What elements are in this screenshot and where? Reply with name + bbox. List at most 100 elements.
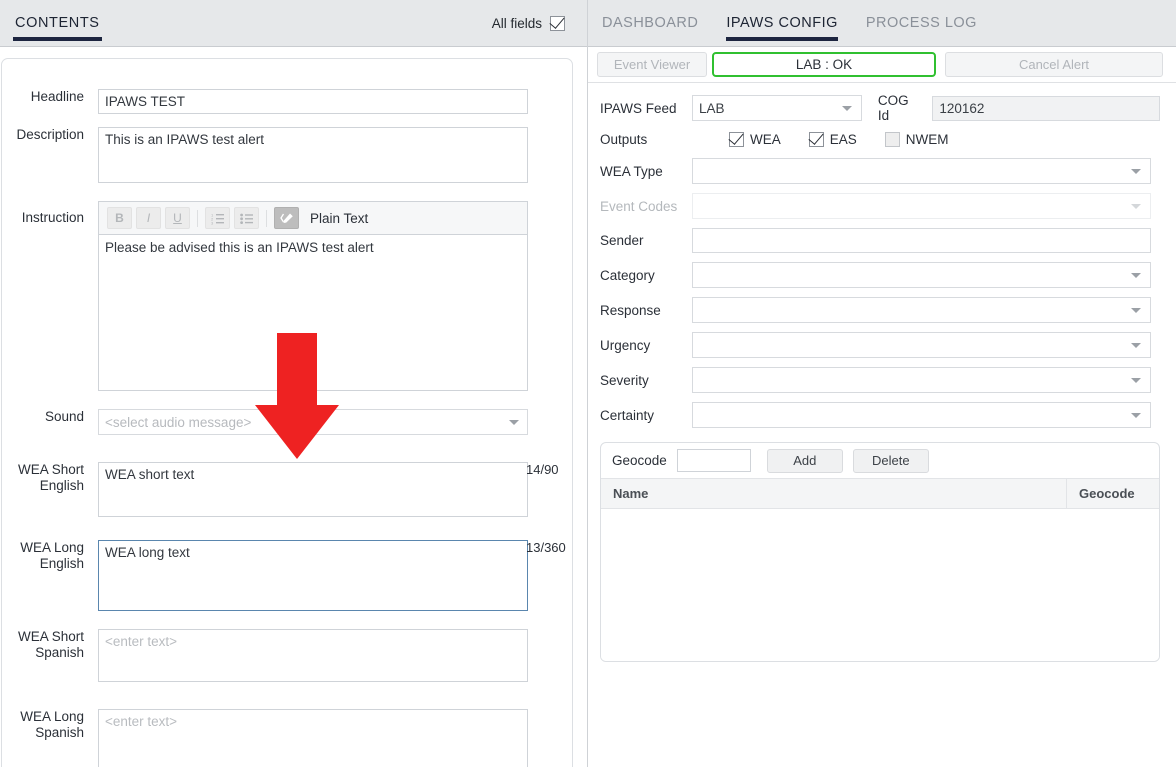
wea-short-english-label-l2: English (39, 478, 84, 493)
output-nwem-checkbox-item[interactable]: NWEM (884, 132, 949, 147)
unordered-list-button[interactable] (234, 207, 259, 229)
category-select[interactable] (692, 262, 1151, 288)
cog-id-input[interactable] (932, 95, 1160, 121)
response-label: Response (600, 302, 661, 318)
geocode-label: Geocode (612, 453, 667, 468)
output-wea-checkbox[interactable] (729, 132, 744, 147)
instruction-textarea[interactable] (98, 234, 528, 391)
output-nwem-checkbox[interactable] (884, 132, 900, 147)
event-codes-label: Event Codes (600, 198, 678, 214)
instruction-toolbar: B I U 1 2 3 Plain Text (98, 201, 528, 234)
field-urgency: Urgency (600, 332, 1160, 358)
svg-text:3: 3 (211, 220, 214, 225)
output-eas-label: EAS (829, 132, 857, 147)
tab-process-log[interactable]: PROCESS LOG (866, 0, 977, 47)
ipaws-feed-value: LAB (699, 100, 725, 116)
bold-button[interactable]: B (107, 207, 132, 229)
right-tabbar: DASHBOARD IPAWS CONFIG PROCESS LOG (588, 0, 1176, 47)
cancel-alert-button[interactable]: Cancel Alert (945, 52, 1163, 77)
geocode-add-button[interactable]: Add (766, 448, 843, 473)
tab-dashboard[interactable]: DASHBOARD (602, 0, 698, 47)
field-response: Response (600, 297, 1160, 323)
chevron-down-icon (1131, 204, 1141, 209)
sender-input[interactable] (692, 228, 1151, 253)
certainty-label: Certainty (600, 407, 655, 423)
chevron-down-icon[interactable] (1131, 273, 1141, 278)
ipaws-config-pane: DASHBOARD IPAWS CONFIG PROCESS LOG Event… (588, 0, 1176, 767)
sound-select-placeholder: <select audio message> (105, 414, 252, 430)
chevron-down-icon[interactable] (509, 420, 519, 425)
field-headline: Headline (2, 89, 572, 114)
contents-header: CONTENTS All fields (0, 0, 587, 47)
wea-short-english-textarea[interactable] (98, 462, 528, 517)
geocode-card: Geocode Add Delete Name Geocode (600, 442, 1160, 662)
ipaws-config-form: IPAWS Feed LAB COG Id Outputs WEA (588, 83, 1176, 428)
description-label: Description (16, 127, 84, 142)
wea-long-english-textarea[interactable] (98, 540, 528, 611)
field-wea-long-spanish: WEA Long Spanish (2, 709, 572, 767)
field-certainty: Certainty (600, 402, 1160, 428)
sound-select-wrap: <select audio message> (98, 409, 528, 435)
field-sound: Sound <select audio message> (2, 409, 572, 435)
event-codes-select (692, 193, 1151, 219)
severity-select[interactable] (692, 367, 1151, 393)
wea-short-spanish-textarea[interactable] (98, 629, 528, 682)
chevron-down-icon[interactable] (1131, 308, 1141, 313)
wea-long-spanish-label-l2: Spanish (35, 725, 84, 740)
headline-label: Headline (30, 89, 84, 104)
field-instruction: Instruction B I U 1 2 3 Plain Text Pleas… (2, 201, 572, 396)
status-badge[interactable]: LAB : OK (712, 52, 936, 77)
geocode-col-name[interactable]: Name (601, 479, 1067, 508)
wea-long-english-counter: 13/360 (526, 540, 566, 555)
underline-button[interactable]: U (165, 207, 190, 229)
wea-type-select[interactable] (692, 158, 1151, 184)
chevron-down-icon[interactable] (1131, 343, 1141, 348)
all-fields-toggle[interactable]: All fields (492, 15, 565, 31)
sound-select[interactable]: <select audio message> (98, 409, 528, 435)
urgency-label: Urgency (600, 337, 651, 353)
geocode-col-geocode[interactable]: Geocode (1067, 479, 1159, 508)
output-eas-checkbox[interactable] (808, 132, 824, 147)
geocode-input[interactable] (676, 449, 751, 472)
chevron-down-icon[interactable] (1131, 413, 1141, 418)
italic-button[interactable]: I (136, 207, 161, 229)
description-textarea[interactable] (98, 127, 528, 183)
geocode-table-header: Name Geocode (601, 479, 1159, 509)
ipaws-feed-select[interactable]: LAB (692, 95, 862, 121)
tab-contents[interactable]: CONTENTS (13, 0, 102, 47)
chevron-down-icon[interactable] (1131, 378, 1141, 383)
headline-input[interactable] (98, 89, 528, 114)
geocode-delete-button[interactable]: Delete (852, 448, 929, 473)
category-label: Category (600, 267, 655, 283)
certainty-select[interactable] (692, 402, 1151, 428)
underline-icon: U (173, 211, 182, 225)
output-nwem-label: NWEM (905, 132, 949, 147)
action-button-bar: Event Viewer LAB : OK Cancel Alert (588, 47, 1176, 83)
ordered-list-button[interactable]: 1 2 3 (205, 207, 230, 229)
event-viewer-label: Event Viewer (613, 57, 691, 72)
chevron-down-icon[interactable] (1131, 169, 1141, 174)
all-fields-checkbox[interactable] (550, 15, 565, 31)
urgency-select[interactable] (692, 332, 1151, 358)
field-description: Description (2, 127, 572, 188)
chevron-down-icon[interactable] (841, 106, 852, 111)
tab-dashboard-label: DASHBOARD (602, 15, 699, 31)
ordered-list-icon: 1 2 3 (211, 212, 224, 225)
event-viewer-button[interactable]: Event Viewer (597, 52, 707, 77)
wea-short-spanish-label: WEA Short Spanish (2, 629, 84, 661)
toolbar-divider-1 (197, 209, 198, 227)
sound-label: Sound (44, 409, 84, 424)
output-eas-checkbox-item[interactable]: EAS (808, 132, 857, 147)
tab-ipaws-config[interactable]: IPAWS CONFIG (726, 0, 838, 47)
plain-text-button[interactable] (274, 207, 299, 229)
field-category: Category (600, 262, 1160, 288)
field-wea-type: WEA Type (600, 158, 1160, 184)
source-code-icon (279, 213, 293, 223)
field-severity: Severity (600, 367, 1160, 393)
response-select[interactable] (692, 297, 1151, 323)
wea-long-english-label-l2: English (39, 556, 84, 571)
wea-long-spanish-textarea[interactable] (98, 709, 528, 767)
field-event-codes: Event Codes (600, 193, 1160, 219)
output-wea-checkbox-item[interactable]: WEA (729, 132, 781, 147)
geocode-add-label: Add (793, 453, 817, 468)
